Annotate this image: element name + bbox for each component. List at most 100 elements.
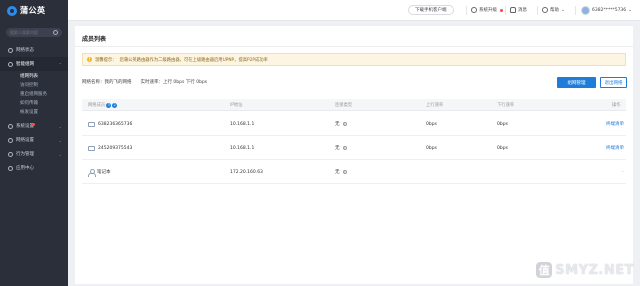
system-settings-icon (8, 123, 13, 129)
chevron-down-icon: ⌄ (628, 7, 632, 13)
column-ip: IP地址 (230, 103, 243, 108)
chevron-down-icon: ⌄ (561, 7, 565, 13)
app-center-icon (8, 165, 13, 171)
help-icon[interactable]: ? (342, 170, 347, 174)
sidebar-item-app-center[interactable]: 应用中心 (0, 161, 68, 175)
sidebar-item-smart-network[interactable]: 智能组网 ⌃ (0, 57, 68, 71)
notice-prefix: 温馨提示： (95, 57, 117, 63)
network-name-label: 网络名称： (82, 80, 105, 85)
behavior-icon (8, 151, 13, 157)
network-info: 网络名称：我的飞的网络 实时速率：上行 0bps 下行 0bps (82, 79, 207, 85)
chevron-down-icon: ⌄ (58, 137, 62, 143)
search-input[interactable] (10, 30, 50, 35)
download-cell: 0bps (497, 121, 508, 127)
rate-label: 实时速率： (140, 80, 164, 85)
terminal-list-link[interactable]: 终端清单 (606, 112, 624, 136)
notice-text: 您蒲公英路由器作为二级路由器，可在上级路由器启用UPNP，提高P2P成功率 (119, 57, 268, 63)
network-name-value: 我的飞的网络 (104, 80, 132, 85)
divider (505, 6, 506, 15)
app-logo[interactable]: 蒲公英 (0, 0, 68, 21)
router-icon (88, 145, 95, 151)
upnp-notice: ! 温馨提示： 您蒲公英路由器作为二级路由器，可在上级路由器启用UPNP，提高P… (82, 53, 626, 66)
watermark-logo: 值 (536, 262, 553, 278)
notification-dot (32, 123, 35, 126)
messages-button[interactable]: 消息 (510, 5, 527, 15)
logo-icon (7, 5, 17, 16)
upgrade-icon (471, 7, 477, 13)
account-menu[interactable]: 6382*****5736 ⌄ (581, 5, 632, 15)
count-badge[interactable]: 2 (112, 102, 118, 108)
sidebar-item-system-settings[interactable]: 系统设置 ⌄ (0, 119, 68, 133)
upload-cell: 0bps (426, 121, 437, 127)
system-upgrade-button[interactable]: 系统升级 (471, 5, 503, 15)
column-actions: 操作 (612, 103, 621, 108)
rate-field: 实时速率：上行 0bps 下行 0bps (141, 79, 208, 85)
chevron-down-icon: ⌄ (58, 123, 62, 129)
member-cell: 245209375543 (88, 136, 132, 160)
sidebar-item-label: 网络状态 (16, 48, 34, 53)
rate-down: 下行 0bps (185, 80, 208, 85)
conn-type-value: 无 (335, 122, 340, 127)
column-conn-type: 连接类型 (335, 103, 353, 108)
ip-cell: 172.20.160.63 (230, 169, 263, 175)
help-icon (542, 7, 548, 13)
bell-icon (510, 7, 516, 13)
sidebar-subitem-restart-service[interactable]: 重启组网服务 (0, 89, 68, 98)
conn-type-value: 无 (335, 146, 340, 151)
network-name-field: 网络名称：我的飞的网络 (82, 79, 132, 85)
table-row: 笔记本 172.20.160.63 无 ? - (82, 160, 626, 184)
member-cell: 笔记本 (88, 160, 111, 184)
sidebar-subitem-transfer[interactable]: 如何传输 (0, 98, 68, 107)
chevron-up-icon: ⌃ (58, 61, 62, 67)
column-download: 下行速率 (497, 103, 515, 108)
table-header: 网络成员 3 2 IP地址 连接类型 上行速率 下行速率 操作 (82, 99, 626, 111)
divider (575, 6, 576, 15)
member-list-panel: 成员列表 ! 温馨提示： 您蒲公英路由器作为二级路由器，可在上级路由器启用UPN… (75, 26, 633, 284)
sidebar-item-label: 行为管理 (16, 152, 34, 157)
avatar (581, 5, 590, 15)
count-badge[interactable]: 3 (106, 102, 112, 108)
search-icon[interactable] (53, 30, 58, 35)
ip-cell: 10.168.1.1 (230, 145, 255, 151)
help-icon[interactable]: ? (342, 122, 347, 126)
download-client-label: 下载手机客户端 (415, 8, 447, 13)
network-settings-icon (8, 137, 13, 143)
sidebar-item-behavior[interactable]: 行为管理 ⌄ (0, 147, 68, 161)
sidebar-item-label: 智能组网 (16, 62, 34, 67)
sidebar-search[interactable] (6, 28, 62, 37)
sidebar-item-network-status[interactable]: 网络状态 (0, 43, 68, 57)
rate-up: 上行 0bps (163, 80, 185, 85)
ip-cell: 10.168.1.1 (230, 121, 255, 127)
terminal-list-link[interactable]: 终端清单 (606, 136, 624, 160)
member-name: 245209375543 (98, 145, 133, 151)
action-cell: - (622, 169, 624, 175)
member-name: 笔记本 (97, 170, 111, 175)
network-status-icon (8, 47, 13, 53)
sidebar-item-network-settings[interactable]: 网络设置 ⌄ (0, 133, 68, 147)
download-cell: 0bps (497, 145, 508, 151)
sidebar-subitem-access-control[interactable]: 访问控制 (0, 80, 68, 89)
sidebar-subitem-forward-settings[interactable]: 帐发设置 (0, 107, 68, 116)
member-name: 638236365736 (98, 121, 133, 127)
help-label: 帮助 (550, 8, 559, 13)
messages-label: 消息 (518, 8, 527, 13)
sidebar-subitem-network-list[interactable]: 组网列表 (0, 71, 68, 80)
conn-type-value: 无 (335, 170, 340, 175)
divider (75, 46, 633, 47)
warning-icon: ! (87, 57, 92, 62)
sidebar-item-label: 应用中心 (16, 166, 34, 171)
main-content: 成员列表 ! 温馨提示： 您蒲公英路由器作为二级路由器，可在上级路由器启用UPN… (68, 21, 640, 286)
exit-network-button[interactable]: 退出网络 (600, 77, 627, 88)
notification-dot (500, 8, 503, 12)
column-member: 网络成员 3 2 (88, 99, 118, 111)
page-title: 成员列表 (82, 36, 107, 43)
help-icon[interactable]: ? (342, 146, 347, 150)
account-id: 6382*****5736 (592, 7, 627, 13)
column-label: 网络成员 (88, 103, 106, 108)
table-row: 245209375543 10.168.1.1 无 ? 0bps 0bps 终端… (82, 136, 626, 160)
app-name: 蒲公英 (20, 6, 46, 15)
network-manage-button[interactable]: 组网管理 (557, 77, 596, 88)
help-button[interactable]: 帮助 ⌄ (542, 5, 565, 15)
download-client-button[interactable]: 下载手机客户端 (408, 5, 454, 15)
top-header: 下载手机客户端 系统升级 消息 帮助 ⌄ 6382*****5736 ⌄ (68, 0, 640, 21)
